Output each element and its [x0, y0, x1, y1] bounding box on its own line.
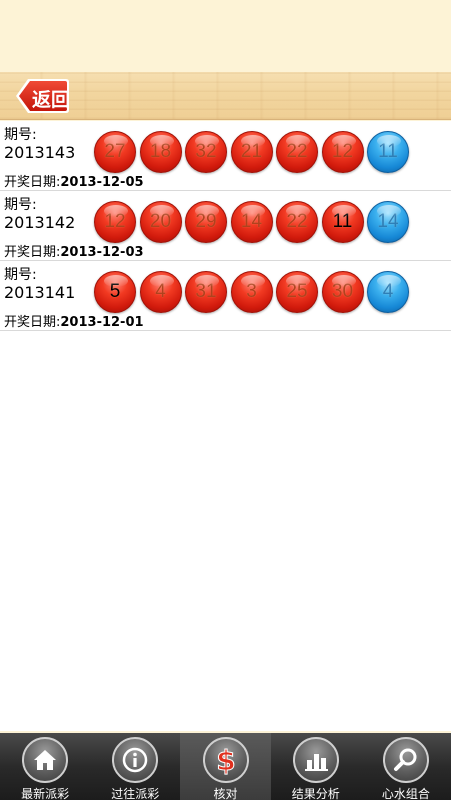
ball-number: 29 [195, 211, 217, 232]
tab-latest-payout[interactable]: 最新派彩 [0, 733, 90, 800]
date-value: 2013-12-03 [60, 245, 144, 260]
red-ball: 32 [185, 131, 227, 173]
draw-row[interactable]: 期号: 2013142 开奖日期:2013-12-03 12 20 29 14 22 11… [0, 191, 451, 261]
blue-ball: 4 [367, 271, 409, 313]
red-ball: 25 [276, 271, 318, 313]
ball-number: 11 [378, 141, 398, 162]
ball-number: 32 [195, 141, 217, 162]
ball-number: 27 [104, 141, 126, 162]
red-ball: 21 [230, 131, 273, 173]
back-button[interactable]: 返回 [14, 77, 70, 115]
issue-number: 2013141 [4, 283, 76, 302]
red-ball: 12 [94, 201, 136, 243]
ball-number: 12 [331, 141, 354, 162]
ball-number: 20 [149, 211, 172, 232]
ball-number: 11 [332, 211, 353, 232]
red-ball: 31 [185, 271, 227, 313]
tab-label: 最新派彩 [21, 787, 70, 800]
tab-favorite-combo[interactable]: 心水组合 [361, 733, 451, 800]
blue-ball: 14 [367, 201, 409, 243]
tab-check[interactable]: $ 核对 [180, 733, 271, 800]
ball-number: 31 [195, 281, 217, 302]
ball-number: 18 [149, 141, 172, 162]
date-value: 2013-12-05 [60, 175, 144, 190]
ball-number: 21 [240, 141, 263, 162]
draw-date: 开奖日期:2013-12-05 [4, 171, 144, 190]
red-ball: 22 [276, 131, 318, 173]
red-ball: 30 [321, 271, 364, 313]
info-icon [112, 737, 159, 783]
draw-date: 开奖日期:2013-12-03 [4, 241, 144, 260]
red-ball: 29 [185, 201, 227, 243]
dollar-icon: $ [202, 737, 249, 783]
top-band [0, 0, 451, 72]
back-button-label: 返回 [32, 89, 71, 111]
date-label: 开奖日期: [4, 315, 61, 330]
ball-number: 25 [286, 281, 308, 302]
tab-past-payout[interactable]: 过往派彩 [90, 733, 180, 800]
ball-number: 4 [382, 281, 394, 302]
red-ball: 18 [139, 131, 182, 173]
ball-number: 30 [331, 281, 354, 302]
red-ball: 5 [94, 271, 136, 313]
tab-label: 心水组合 [381, 787, 430, 800]
red-ball: 27 [94, 131, 136, 173]
red-ball: 4 [139, 271, 182, 313]
tab-label: 过往派彩 [111, 787, 160, 800]
ball-number: 12 [104, 211, 126, 232]
ball-number: 14 [240, 211, 263, 232]
ball-number: 3 [246, 281, 257, 302]
blue-ball: 11 [367, 131, 409, 173]
ball-number: 14 [377, 211, 399, 232]
tab-label: 结果分析 [291, 787, 340, 800]
svg-text:$: $ [216, 745, 235, 775]
home-icon [22, 737, 69, 783]
date-label: 开奖日期: [4, 245, 61, 260]
issue-number: 2013143 [4, 143, 76, 162]
tab-label: 核对 [213, 787, 238, 800]
issue-number: 2013142 [4, 213, 76, 232]
ball-number: 4 [155, 281, 166, 302]
ball-number: 22 [286, 141, 308, 162]
draw-date: 开奖日期:2013-12-01 [4, 311, 144, 330]
date-value: 2013-12-01 [60, 315, 144, 330]
bar-chart-icon [292, 737, 339, 783]
magnifier-icon [382, 737, 429, 783]
ball-number: 22 [286, 211, 308, 232]
tab-bar: 最新派彩 过往派彩 $ 核对 结果分析 心水组合 [0, 733, 451, 800]
red-ball: 11 [321, 201, 364, 243]
draw-row[interactable]: 期号: 2013143 开奖日期:2013-12-05 27 18 32 21 22 12… [0, 121, 451, 191]
red-ball: 12 [321, 131, 364, 173]
ball-number: 5 [109, 281, 121, 302]
draw-list: 期号: 2013143 开奖日期:2013-12-05 27 18 32 21 22 12… [0, 121, 451, 731]
red-ball: 20 [139, 201, 182, 243]
red-ball: 14 [230, 201, 273, 243]
draw-row[interactable]: 期号: 2013141 开奖日期:2013-12-01 5 4 31 3 25 30 4 [0, 261, 451, 331]
red-ball: 22 [276, 201, 318, 243]
issue-label: 期号: [4, 197, 37, 213]
issue-label: 期号: [4, 127, 37, 143]
tab-result-analysis[interactable]: 结果分析 [271, 733, 361, 800]
red-ball: 3 [230, 271, 273, 313]
date-label: 开奖日期: [4, 175, 61, 190]
issue-label: 期号: [4, 267, 37, 283]
